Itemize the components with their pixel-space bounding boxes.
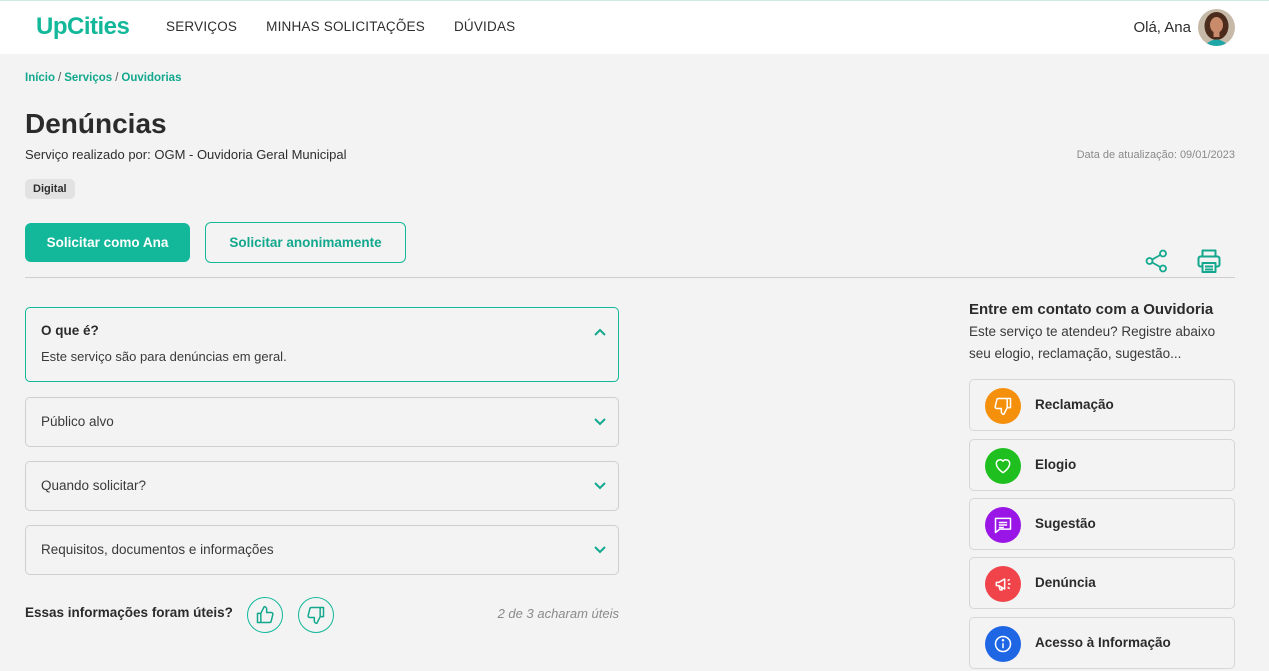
request-as-user-button[interactable]: Solicitar como Ana: [25, 223, 190, 262]
user-avatar[interactable]: [1198, 9, 1235, 46]
accordion-label: Requisitos, documentos e informações: [41, 542, 274, 557]
contact-option-elogio[interactable]: Elogio: [969, 439, 1235, 491]
accordion-requisitos[interactable]: Requisitos, documentos e informações: [25, 525, 619, 575]
accordion-publico-alvo[interactable]: Público alvo: [25, 397, 619, 447]
accordion-label: Quando solicitar?: [41, 478, 147, 493]
upcities-logo[interactable]: UpCities: [36, 13, 130, 41]
nav-duvidas[interactable]: DÚVIDAS: [454, 19, 515, 34]
accordion-o-que-e[interactable]: O que é? Este serviço são para denúncias…: [25, 307, 619, 382]
breadcrumb-inicio[interactable]: Início: [25, 72, 55, 84]
thumbs-down-icon: [307, 606, 325, 625]
accordion-content: Este serviço são para denúncias em geral…: [41, 349, 287, 364]
service-tag: Digital: [25, 179, 75, 199]
accordion-quando-solicitar[interactable]: Quando solicitar?: [25, 461, 619, 511]
message-icon: [985, 507, 1021, 543]
heart-icon: [985, 448, 1021, 484]
header-divider: [25, 277, 1235, 278]
breadcrumb: Início / Serviços / Ouvidorias: [25, 72, 182, 84]
contact-title: Entre em contato com a Ouvidoria: [969, 301, 1214, 318]
contact-description: Este serviço te atendeu? Registre abaixo…: [969, 324, 1216, 361]
update-date: Data de atualização: 09/01/2023: [1076, 149, 1235, 161]
share-icon[interactable]: [1145, 249, 1168, 273]
contact-option-label: Denúncia: [1035, 575, 1096, 590]
contact-option-reclamacao[interactable]: Reclamação: [969, 379, 1235, 431]
chevron-up-icon[interactable]: [594, 328, 606, 336]
contact-option-label: Reclamação: [1035, 397, 1114, 412]
thumbs-up-icon: [256, 605, 274, 624]
contact-option-sugestao[interactable]: Sugestão: [969, 498, 1235, 550]
chevron-down-icon[interactable]: [594, 418, 606, 426]
accordion-label: Público alvo: [41, 414, 114, 429]
nav-servicos[interactable]: SERVIÇOS: [166, 19, 237, 34]
contact-option-label: Sugestão: [1035, 516, 1096, 531]
chevron-down-icon[interactable]: [594, 546, 606, 554]
thumbs-up-button[interactable]: [247, 597, 283, 633]
service-provider: Serviço realizado por: OGM - Ouvidoria G…: [25, 147, 347, 162]
breadcrumb-ouvidorias[interactable]: Ouvidorias: [121, 72, 181, 84]
nav-minhas-solicitacoes[interactable]: MINHAS SOLICITAÇÕES: [266, 19, 425, 34]
top-navbar: UpCities SERVIÇOS MINHAS SOLICITAÇÕES DÚ…: [0, 0, 1269, 54]
contact-option-denuncia[interactable]: Denúncia: [969, 557, 1235, 609]
megaphone-icon: [985, 566, 1021, 602]
contact-option-label: Elogio: [1035, 457, 1077, 472]
request-anonymously-button[interactable]: Solicitar anonimamente: [205, 222, 406, 263]
info-icon: [985, 626, 1021, 662]
thumbs-down-icon: [985, 388, 1021, 424]
print-icon[interactable]: [1196, 248, 1222, 274]
page-title: Denúncias: [25, 108, 167, 139]
feedback-question: Essas informações foram úteis?: [25, 605, 233, 620]
thumbs-down-button[interactable]: [298, 597, 334, 633]
contact-option-acesso-informacao[interactable]: Acesso à Informação: [969, 617, 1235, 669]
contact-option-label: Acesso à Informação: [1035, 635, 1171, 650]
breadcrumb-servicos[interactable]: Serviços: [64, 72, 112, 84]
user-greeting[interactable]: Olá, Ana: [1133, 19, 1191, 36]
useful-count: 2 de 3 acharam úteis: [497, 606, 619, 621]
accordion-label: O que é?: [41, 323, 99, 338]
chevron-down-icon[interactable]: [594, 482, 606, 490]
main-nav: SERVIÇOS MINHAS SOLICITAÇÕES DÚVIDAS: [166, 19, 544, 34]
